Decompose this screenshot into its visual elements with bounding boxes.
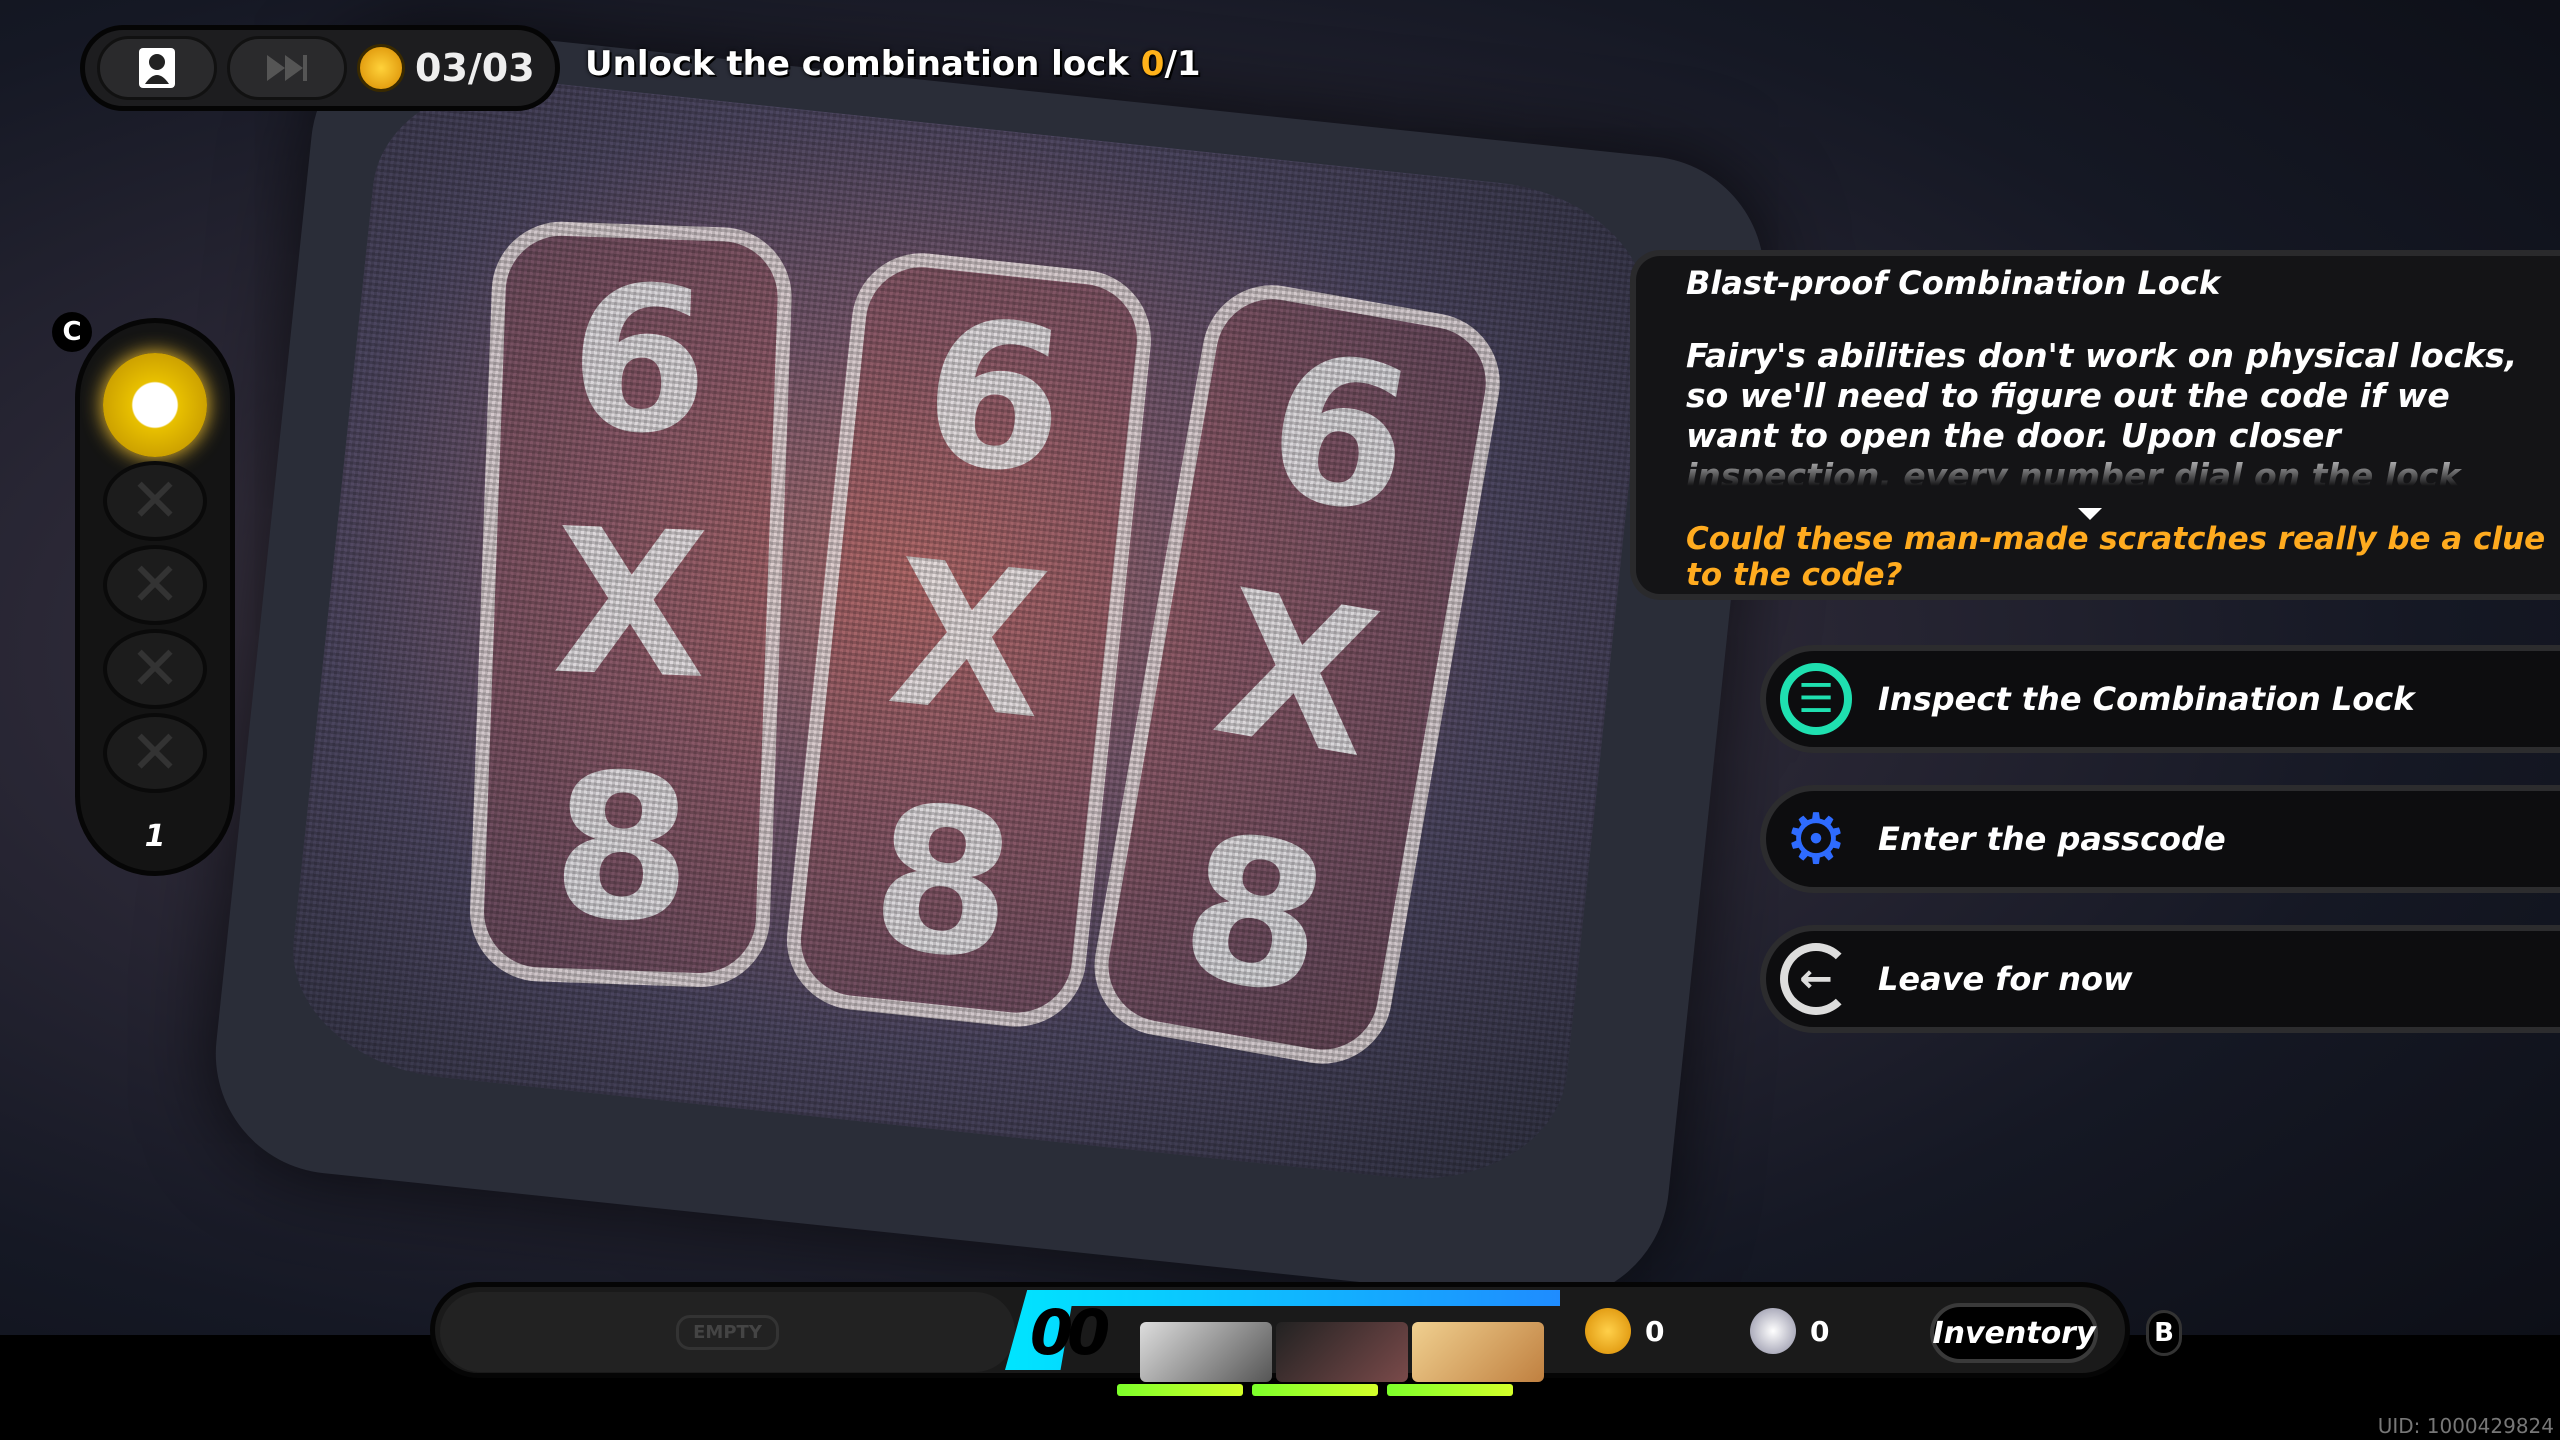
dial-digit: 6 — [913, 274, 1076, 521]
empty-label: EMPTY — [676, 1314, 779, 1350]
party-member-portrait[interactable] — [1276, 1322, 1408, 1382]
x-icon: ✕ — [129, 550, 181, 620]
profile-button[interactable] — [97, 36, 217, 100]
fast-forward-icon — [267, 55, 307, 81]
exit-arrow-icon: ← — [1780, 943, 1852, 1015]
option-label: Enter the passcode — [1878, 820, 2226, 858]
progress-counter: 03/03 — [415, 46, 535, 90]
party-member-portrait[interactable] — [1140, 1322, 1272, 1382]
quest-total: /1 — [1164, 44, 1201, 84]
inventory-button[interactable]: Inventory — [1930, 1303, 2098, 1363]
party-hp-bar — [1387, 1384, 1513, 1396]
dialog-body[interactable]: Fairy's abilities don't work on physical… — [1686, 336, 2536, 486]
party-member-portrait[interactable] — [1412, 1322, 1544, 1382]
lock-dial-2: 6 X 8 — [780, 246, 1158, 1034]
silver-currency: 0 — [1750, 1308, 1829, 1354]
dialog-hint: Could these man-made scratches really be… — [1686, 521, 2546, 593]
hotkey-b-badge: B — [2146, 1310, 2182, 1356]
option-inspect-lock[interactable]: ☰ Inspect the Combination Lock — [1760, 645, 2560, 753]
dial-digit: 6 — [1250, 307, 1429, 561]
empty-item-slot[interactable]: EMPTY — [440, 1292, 1015, 1372]
dial-digit: X — [1200, 546, 1394, 803]
option-label: Leave for now — [1878, 960, 2133, 998]
gold-coin-icon — [357, 44, 405, 92]
team-number: 00 — [1030, 1296, 1110, 1369]
party-hp-bar — [1252, 1384, 1378, 1396]
empty-slot[interactable]: ✕ — [103, 629, 207, 709]
dialog-panel: Blast-proof Combination Lock Fairy's abi… — [1630, 250, 2560, 600]
crt-screen-combination-lock: 6 X 8 6 X 8 6 X 8 — [281, 65, 1659, 1195]
quest-text: Unlock the combination lock — [585, 44, 1129, 84]
dial-digit: 8 — [1166, 787, 1344, 1042]
option-label: Inspect the Combination Lock — [1878, 680, 2415, 718]
inspect-list-icon: ☰ — [1780, 663, 1852, 735]
top-bar: 03/03 — [80, 25, 560, 111]
lock-dial-1: 6 X 8 — [467, 219, 794, 990]
hotkey-c-badge: C — [52, 312, 92, 352]
uid-label: UID: 1000429824 — [2377, 1414, 2554, 1438]
slot-count: 1 — [144, 819, 166, 854]
dial-gear-icon: ⚙ — [1784, 798, 1848, 880]
gold-currency: 0 — [1585, 1308, 1664, 1354]
x-icon: ✕ — [129, 718, 181, 788]
empty-slot[interactable]: ✕ — [103, 461, 207, 541]
dial-digit: X — [880, 516, 1058, 764]
person-icon — [139, 48, 175, 88]
gear-coin-icon — [1585, 1308, 1631, 1354]
scroll-more-icon[interactable] — [2078, 508, 2102, 520]
party-hp-bar — [1117, 1384, 1243, 1396]
empty-slot[interactable]: ✕ — [103, 545, 207, 625]
empty-slot[interactable]: ✕ — [103, 713, 207, 793]
bangboo-avatar[interactable] — [103, 353, 207, 457]
dial-digit: X — [549, 485, 712, 724]
dialog-title: Blast-proof Combination Lock — [1686, 264, 2221, 302]
quest-objective: Unlock the combination lock 0/1 — [585, 44, 1201, 84]
lock-dial-3: 6 X 8 — [1083, 274, 1511, 1075]
x-icon: ✕ — [129, 466, 181, 536]
x-icon: ✕ — [129, 634, 181, 704]
option-enter-passcode[interactable]: ⚙ Enter the passcode — [1760, 785, 2560, 893]
dial-digit: 8 — [862, 759, 1025, 1006]
silver-amount: 0 — [1810, 1314, 1830, 1348]
dial-digit: 8 — [548, 729, 696, 968]
star-coin-icon — [1750, 1308, 1796, 1354]
bangboo-slot-panel[interactable]: ✕ ✕ ✕ ✕ 1 — [75, 318, 235, 876]
option-leave[interactable]: ← Leave for now — [1760, 925, 2560, 1033]
dial-digit: 6 — [565, 241, 713, 480]
gold-amount: 0 — [1645, 1314, 1665, 1348]
quest-current: 0 — [1140, 44, 1165, 84]
skip-button[interactable] — [227, 36, 347, 100]
